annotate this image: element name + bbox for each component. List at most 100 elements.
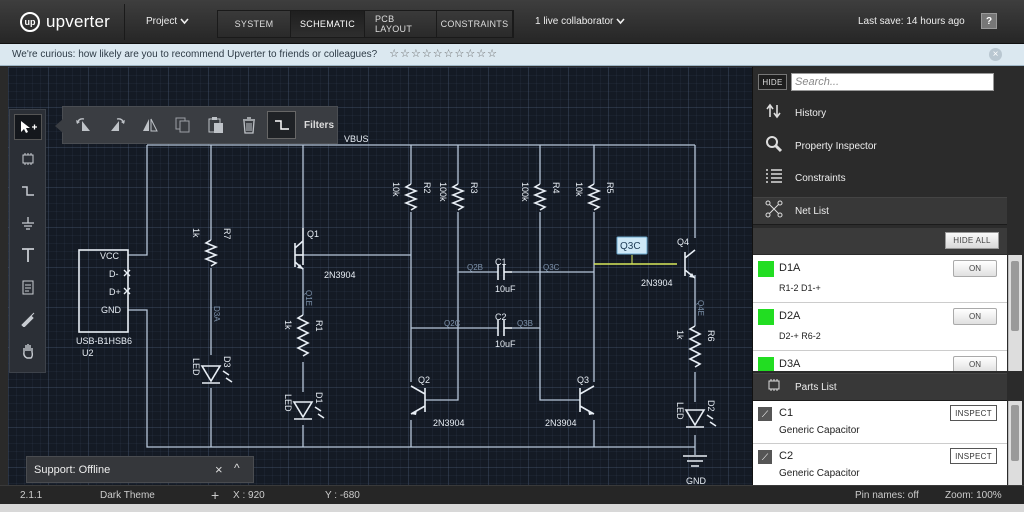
net-name: D2A [779,310,801,322]
close-icon[interactable]: × [215,462,223,477]
scrollbar-thumb[interactable] [1011,405,1019,461]
pin-label-dplus: D+ [109,287,121,297]
star-icon[interactable]: ☆ [444,49,454,60]
flip-icon[interactable] [135,111,164,139]
gnd-label: GND [686,476,707,485]
collaborator-menu[interactable]: 1 live collaborator [535,16,625,27]
tab-schematic[interactable]: SCHEMATIC [291,11,365,37]
net-visibility-toggle[interactable]: ON [953,260,997,277]
help-button[interactable]: ? [981,13,997,29]
inspect-button[interactable]: INSPECT [950,405,997,421]
wire-tool-icon[interactable] [14,178,42,204]
chevron-up-icon[interactable]: ^ [234,461,240,475]
paste-icon[interactable] [201,111,230,139]
edit-toolbar: Filters [55,106,338,144]
divider [124,4,125,40]
pan-tool-icon[interactable] [14,338,42,364]
list-item[interactable]: ⟋ C1 Generic Capacitor INSPECT [753,401,1007,444]
inspect-button[interactable]: INSPECT [950,448,997,464]
net-color-swatch [758,309,774,325]
star-icon[interactable]: ☆ [433,49,443,60]
nav-constraints-label: Constraints [795,172,846,184]
star-icon[interactable]: ☆ [411,49,421,60]
d3-label: LED [191,358,201,376]
q4-part: 2N3904 [641,278,673,288]
support-widget[interactable]: Support: Offline × ^ [26,456,254,483]
net-list-header[interactable]: Net List [753,197,1007,225]
r1-ref: R1 [314,320,324,332]
net-label-q3c: Q3C [543,263,560,272]
last-save-status: Last save: 14 hours ago [858,16,965,27]
parts-list-header[interactable]: Parts List [753,373,1007,401]
list-item[interactable]: ⟋ C2 Generic Capacitor INSPECT [753,444,1007,485]
hide-all-button[interactable]: HIDE ALL [945,232,999,249]
theme-toggle[interactable]: Dark Theme [100,490,155,501]
upverter-logo[interactable]: up upverter [20,10,110,34]
nav-constraints[interactable]: Constraints [753,163,1023,193]
survey-close-button[interactable]: × [989,48,1002,61]
rating-stars: ☆ ☆ ☆ ☆ ☆ ☆ ☆ ☆ ☆ ☆ [389,49,497,60]
c1-ref: C1 [495,257,507,267]
scrollbar-thumb[interactable] [1011,261,1019,331]
rotate-left-icon[interactable] [69,111,98,139]
ground-tool-icon[interactable] [14,210,42,236]
filters-button[interactable]: Filters [304,120,334,131]
net-connections: D2-+ R6-2 [779,331,821,341]
c2-value: 10uF [495,339,516,349]
rotate-right-icon[interactable] [102,111,131,139]
version-label: 2.1.1 [20,490,43,501]
tab-constraints[interactable]: CONSTRAINTS [437,11,513,37]
hover-net-tag: Q3C [620,241,641,252]
net-label-q1e: Q1E [304,290,313,306]
d3-ref: D3 [222,356,232,368]
r5-value: 10k [574,182,584,197]
tab-system[interactable]: SYSTEM [218,11,291,37]
net-list-scrollbar[interactable] [1008,255,1022,371]
tab-pcb-layout[interactable]: PCB LAYOUT [365,11,437,37]
window-bottom-edge [0,504,1024,512]
net-visibility-toggle[interactable]: ON [953,308,997,325]
view-tabs: SYSTEM SCHEMATIC PCB LAYOUT CONSTRAINTS [217,10,514,38]
net-name: D3A [779,358,801,370]
star-icon[interactable]: ☆ [476,49,486,60]
capacitor-icon: ⟋ [758,450,772,464]
r7-value: 1k [191,228,201,238]
net-label-q2b: Q2B [467,263,483,272]
project-menu[interactable]: Project [146,16,189,27]
crosshair-icon: + [211,487,220,503]
list-item[interactable]: D2A D2-+ R6-2 ON [753,303,1007,351]
note-tool-icon[interactable] [14,274,42,300]
net-visibility-toggle[interactable]: ON [953,356,997,371]
r2-value: 10k [391,182,401,197]
star-icon[interactable]: ☆ [400,49,410,60]
star-icon[interactable]: ☆ [389,49,399,60]
chip-tool-icon[interactable] [14,146,42,172]
star-icon[interactable]: ☆ [422,49,432,60]
copy-icon[interactable] [168,111,197,139]
nav-property-inspector[interactable]: Property Inspector [753,131,1023,161]
probe-tool-icon[interactable] [14,306,42,332]
trash-icon[interactable] [234,111,263,139]
status-bar: 2.1.1 Dark Theme + X : 920 Y : -680 Pin … [0,485,1024,504]
hide-panel-button[interactable]: HIDE [758,74,787,90]
logo-mark: up [20,12,40,32]
right-panel: HIDE Search... History Property Inspecto… [752,67,1024,485]
d1-label: LED [283,394,293,412]
parts-list-scrollbar[interactable] [1008,401,1022,485]
nav-history[interactable]: History [753,98,1023,128]
star-icon[interactable]: ☆ [454,49,464,60]
search-input[interactable]: Search... [791,73,994,91]
chevron-down-icon [616,18,625,25]
nav-property-inspector-label: Property Inspector [795,140,877,152]
star-icon[interactable]: ☆ [465,49,475,60]
net-label-q4e: Q4E [696,300,705,316]
pin-names-toggle[interactable]: Pin names: off [855,490,919,501]
text-tool-icon[interactable] [14,242,42,268]
select-tool-icon[interactable] [13,114,42,140]
list-item[interactable]: D1A R1-2 D1-+ ON [753,255,1007,303]
star-icon[interactable]: ☆ [487,49,497,60]
wire-icon[interactable] [267,111,296,139]
net-color-swatch [758,357,774,371]
parts-list: ⟋ C1 Generic Capacitor INSPECT ⟋ C2 Gene… [753,401,1007,485]
list-item[interactable]: D3A ON [753,351,1007,371]
